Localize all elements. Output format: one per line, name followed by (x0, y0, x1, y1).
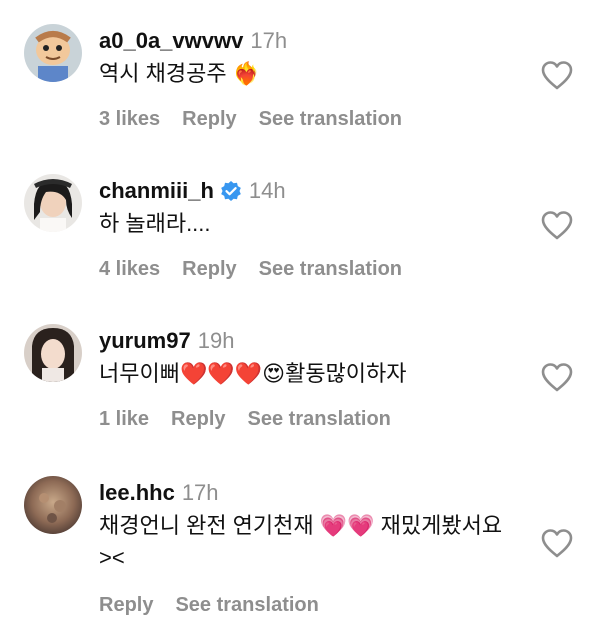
like-button[interactable] (540, 210, 574, 240)
reply-button[interactable]: Reply (171, 408, 225, 431)
username[interactable]: a0_0a_vwvwv (99, 28, 243, 54)
see-translation-button[interactable]: See translation (259, 258, 402, 281)
see-translation-button[interactable]: See translation (259, 108, 402, 131)
comment-text: 하 놀래라.... (99, 211, 211, 236)
timestamp: 14h (248, 178, 286, 203)
comment-actions: Reply See translation (99, 594, 341, 617)
username[interactable]: chanmiii_h (99, 178, 214, 204)
like-button[interactable] (540, 60, 574, 90)
see-translation-button[interactable]: See translation (175, 594, 318, 617)
verified-badge-icon (220, 180, 242, 202)
heart-outline-icon (541, 529, 573, 558)
heart-outline-icon (541, 61, 573, 90)
timestamp: 17h (250, 28, 288, 53)
likes-count[interactable]: 4 likes (99, 258, 160, 281)
like-button[interactable] (540, 528, 574, 558)
comment-header: lee.hhc 17h (99, 478, 219, 508)
username[interactable]: yurum97 (99, 328, 191, 354)
like-button[interactable] (540, 362, 574, 392)
comment-header: chanmiii_h 14h (99, 176, 286, 206)
username[interactable]: lee.hhc (99, 480, 175, 506)
avatar[interactable] (24, 24, 82, 82)
heart-outline-icon (541, 211, 573, 240)
reply-button[interactable]: Reply (99, 594, 153, 617)
likes-count[interactable]: 1 like (99, 408, 149, 431)
reply-button[interactable]: Reply (182, 258, 236, 281)
comment-item: lee.hhc 17h 채경언니 완전 연기천재 💗💗 재밌게봤서요 >< Re… (0, 466, 598, 636)
comment-actions: 3 likes Reply See translation (99, 108, 424, 131)
comment-text: 너무이뻐❤️❤️❤️😍활동많이하자 (99, 361, 407, 386)
comment-header: a0_0a_vwvwv 17h (99, 26, 287, 56)
reply-button[interactable]: Reply (182, 108, 236, 131)
likes-count[interactable]: 3 likes (99, 108, 160, 131)
timestamp: 19h (197, 328, 235, 353)
comment-item: a0_0a_vwvwv 17h 역시 채경공주 ❤️‍🔥 3 likes Rep… (0, 14, 598, 144)
heart-outline-icon (541, 363, 573, 392)
comment-actions: 4 likes Reply See translation (99, 258, 424, 281)
comment-actions: 1 like Reply See translation (99, 408, 413, 431)
avatar[interactable] (24, 476, 82, 534)
comment-header: yurum97 19h (99, 326, 234, 356)
timestamp: 17h (181, 480, 219, 505)
comment-text: 역시 채경공주 ❤️‍🔥 (99, 61, 261, 86)
avatar[interactable] (24, 324, 82, 382)
comment-item: chanmiii_h 14h 하 놀래라.... 4 likes Reply S… (0, 164, 598, 294)
avatar[interactable] (24, 174, 82, 232)
comment-text: 채경언니 완전 연기천재 💗💗 재밌게봤서요 >< (99, 513, 503, 570)
comment-item: yurum97 19h 너무이뻐❤️❤️❤️😍활동많이하자 1 like Rep… (0, 316, 598, 446)
see-translation-button[interactable]: See translation (248, 408, 391, 431)
